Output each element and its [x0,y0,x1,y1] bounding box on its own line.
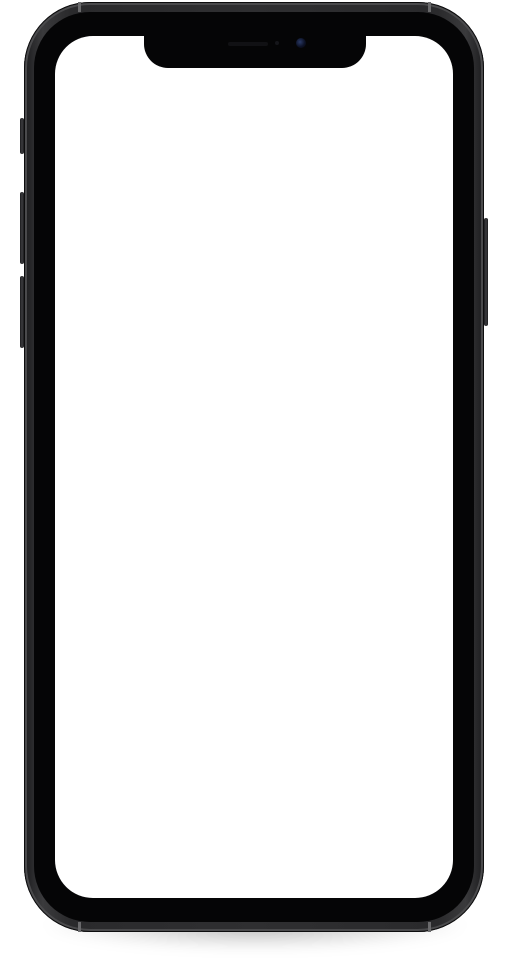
earpiece-speaker-icon [228,42,268,46]
phone-screen [55,36,453,898]
front-camera-icon [296,38,306,48]
antenna-band [78,2,81,12]
mockup-stage [0,0,508,970]
power-button [484,218,488,326]
antenna-band [428,2,431,12]
antenna-band [78,922,81,932]
notch [144,30,366,68]
proximity-sensor-icon [275,41,279,45]
antenna-band [428,922,431,932]
